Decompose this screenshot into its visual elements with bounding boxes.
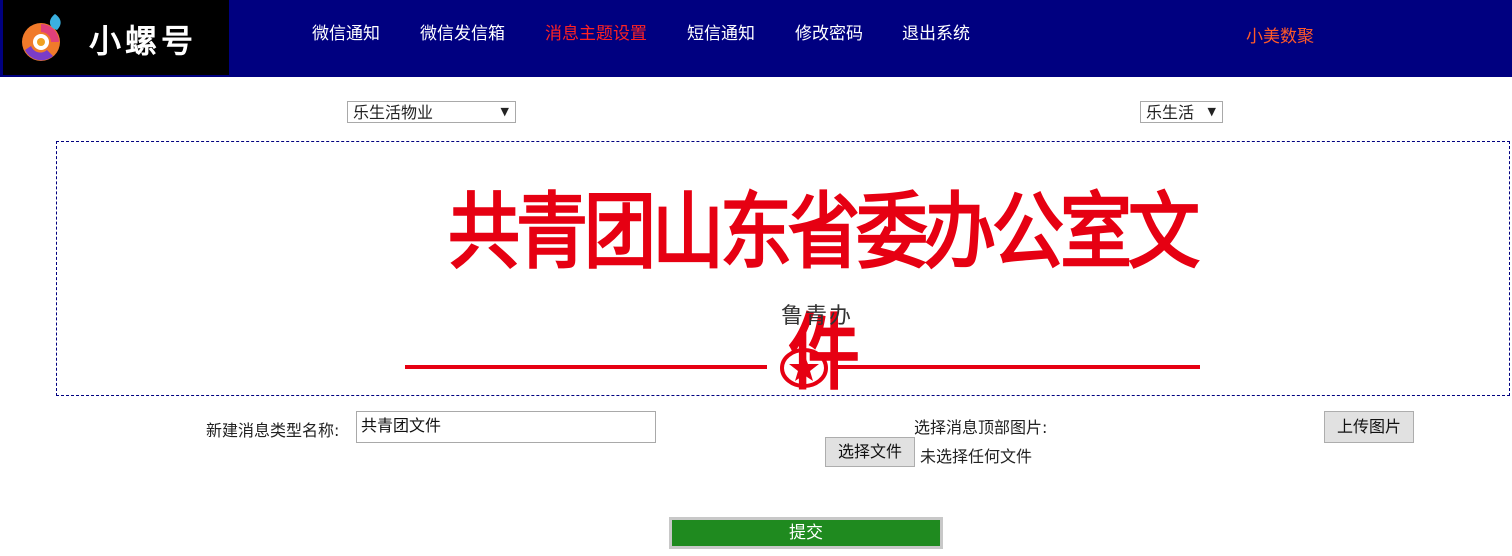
red-divider-right	[837, 365, 1200, 369]
nav-change-password[interactable]: 修改密码	[795, 19, 863, 44]
brand-name: 小美数聚	[1246, 27, 1314, 47]
submit-button[interactable]: 提交	[669, 517, 943, 549]
upload-image-button[interactable]: 上传图片	[1324, 411, 1414, 443]
header-image-label: 选择消息顶部图片:	[914, 418, 1048, 437]
org-select[interactable]: 乐生活物业 ▼	[347, 101, 516, 123]
star-emblem-icon	[780, 348, 828, 388]
snail-logo-icon	[22, 14, 61, 61]
nav-sms-notify[interactable]: 短信通知	[687, 19, 755, 44]
document-subtitle: 鲁青办	[780, 304, 853, 329]
no-file-chosen-text: 未选择任何文件	[920, 447, 1033, 466]
dropdown-arrow-icon: ▼	[1207, 105, 1216, 118]
type-name-input[interactable]: 共青团文件	[356, 411, 656, 443]
logo-text: 小螺号	[89, 22, 198, 60]
type-name-label: 新建消息类型名称:	[206, 421, 340, 440]
nav-wechat-notify[interactable]: 微信通知	[312, 19, 380, 44]
nav-message-theme-settings[interactable]: 消息主题设置	[545, 19, 647, 44]
top-navigation-bar: 小螺号 微信通知 微信发信箱 消息主题设置 短信通知 修改密码 退出系统 小美数…	[0, 0, 1512, 77]
dropdown-arrow-icon: ▼	[500, 105, 509, 118]
header-image-preview: 共青团山东省委办公室文件 鲁青办	[56, 141, 1510, 401]
nav-logout[interactable]: 退出系统	[902, 19, 970, 44]
red-divider-left	[405, 365, 767, 369]
logo[interactable]: 小螺号	[3, 0, 229, 75]
choose-file-button[interactable]: 选择文件	[825, 437, 915, 467]
app-select-value: 乐生活	[1146, 103, 1195, 122]
nav-wechat-outbox[interactable]: 微信发信箱	[420, 19, 505, 44]
app-select[interactable]: 乐生活 ▼	[1140, 101, 1223, 123]
org-select-value: 乐生活物业	[353, 103, 434, 122]
